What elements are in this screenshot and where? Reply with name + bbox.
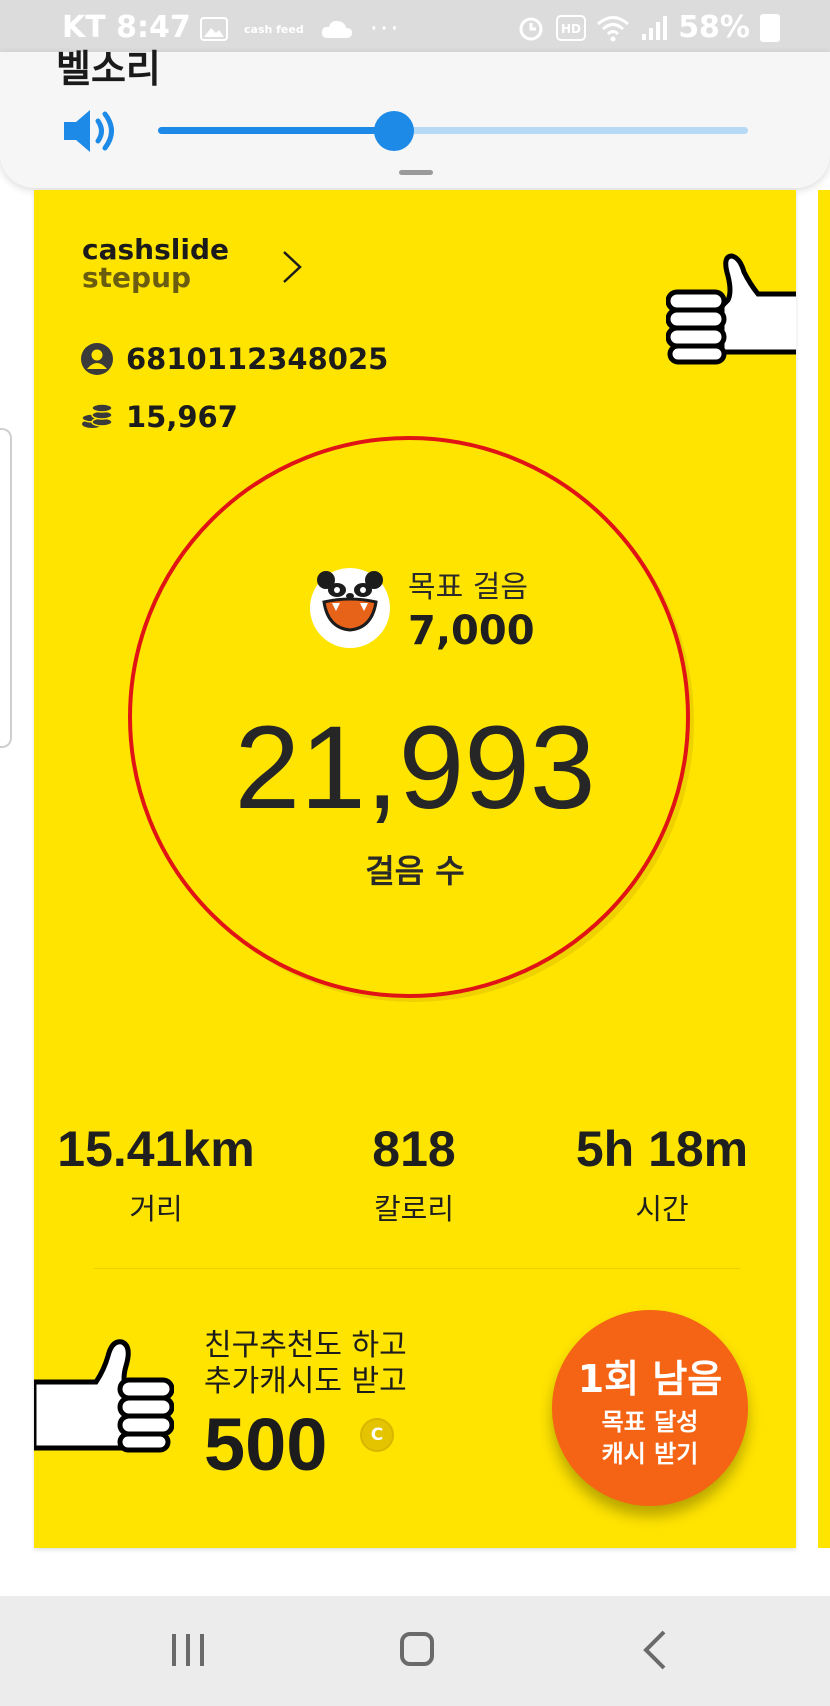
panel-drag-handle[interactable] [399, 170, 433, 175]
stat-distance: 15.41km 거리 [34, 1120, 286, 1228]
brand-logo[interactable]: cashslide stepup [82, 236, 229, 292]
back-icon[interactable] [640, 1630, 668, 1670]
stat-value: 5h 18m [575, 1121, 749, 1177]
reward-caption-line1: 목표 달성 [601, 1408, 699, 1436]
stat-value: 15.41km [57, 1121, 255, 1177]
promo-amount: 500 [204, 1403, 328, 1486]
thumbs-up-icon [666, 253, 796, 365]
hd-icon: HD [556, 14, 587, 41]
coins-icon [81, 403, 113, 428]
panda-icon [310, 568, 390, 648]
volume-panel: 벨소리 [0, 47, 830, 188]
system-icons: HD 58% [516, 10, 780, 45]
step-count: 21,993 [234, 702, 596, 834]
cloud-icon [321, 20, 352, 38]
thumbs-up-icon [34, 1339, 174, 1453]
referral-promo[interactable]: 친구추천도 하고 추가캐시도 받고 [204, 1328, 407, 1400]
stat-label: 칼로리 [373, 1192, 455, 1226]
stat-label: 시간 [635, 1192, 689, 1226]
reward-caption-line2: 캐시 받기 [601, 1440, 699, 1468]
battery-percent: 58% [678, 10, 750, 45]
home-icon[interactable] [400, 1632, 434, 1666]
user-icon [81, 343, 113, 375]
promo-line1: 친구추천도 하고 [204, 1328, 407, 1363]
goal-label: 목표 걸음 [408, 570, 528, 605]
reward-caption: 목표 달성 캐시 받기 [552, 1406, 748, 1470]
claim-reward-button[interactable]: 1회 남음 목표 달성 캐시 받기 [552, 1310, 748, 1506]
volume-label: 벨소리 [56, 47, 161, 91]
user-row: 6810112348025 [80, 342, 388, 376]
chevron-right-icon[interactable] [274, 250, 308, 284]
promo-line2: 추가캐시도 받고 [204, 1364, 407, 1399]
brand-line1: cashslide [82, 233, 229, 266]
volume-slider-fill [158, 127, 394, 134]
next-card-peek[interactable] [818, 190, 830, 1548]
divider [94, 1268, 740, 1269]
coin-row: 15,967 [80, 400, 238, 434]
image-icon [200, 17, 228, 41]
brand-line2: stepup [82, 261, 192, 294]
recent-apps-icon[interactable] [168, 1632, 208, 1668]
step-count-label: 걸음 수 [365, 852, 465, 890]
stat-value: 818 [372, 1121, 456, 1177]
speaker-icon[interactable] [62, 106, 124, 156]
stat-time: 5h 18m 시간 [532, 1120, 792, 1228]
volume-slider-thumb[interactable] [374, 111, 414, 151]
signal-icon [642, 15, 668, 40]
cashfeed-icon: cash feed [244, 22, 304, 36]
notification-icons: cash feed ··· [200, 14, 401, 44]
battery-icon [760, 13, 780, 42]
stat-label: 거리 [129, 1192, 183, 1226]
edge-panel-handle[interactable] [0, 428, 12, 748]
volume-slider[interactable] [158, 111, 748, 151]
stat-calories: 818 칼로리 [284, 1120, 544, 1228]
alarm-icon [519, 17, 543, 40]
navigation-bar [0, 1596, 830, 1706]
user-id: 6810112348025 [126, 342, 389, 376]
stepup-card: cashslide stepup 6810112348025 15,967 목표… [34, 190, 796, 1548]
more-icon: ··· [369, 14, 401, 44]
svg-text:HD: HD [561, 22, 581, 36]
goal-value: 7,000 [408, 608, 535, 654]
reward-remaining: 1회 남음 [577, 1357, 723, 1401]
coin-balance: 15,967 [126, 400, 238, 434]
wifi-icon [597, 15, 630, 41]
cash-coin-icon: C [360, 1418, 394, 1452]
